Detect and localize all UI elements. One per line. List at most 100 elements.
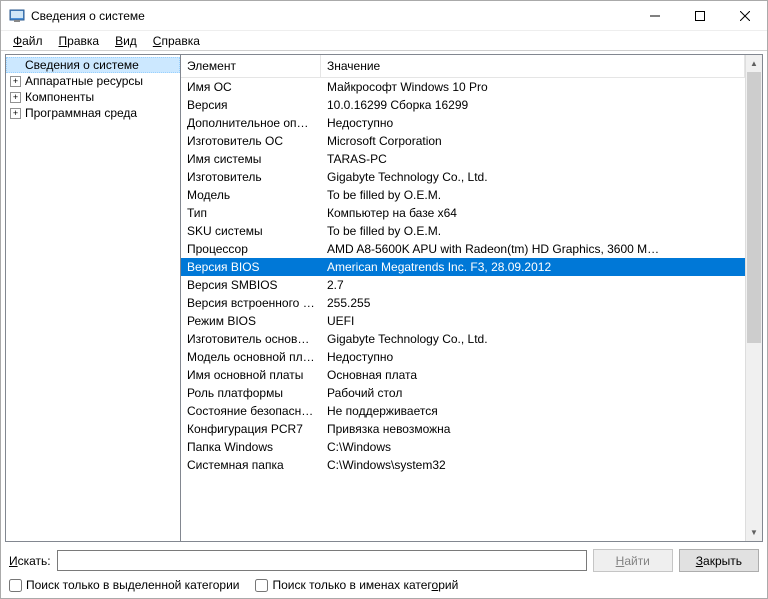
list-row[interactable]: Изготовитель основно…Gigabyte Technology… [181,330,745,348]
list-cell-key: Версия встроенного к… [181,294,321,312]
tree-root[interactable]: Сведения о системе [6,57,180,73]
list-cell-value: UEFI [321,312,745,330]
list-cell-key: Режим BIOS [181,312,321,330]
list-cell-value: American Megatrends Inc. F3, 28.09.2012 [321,258,745,276]
expand-icon[interactable]: + [10,92,21,103]
list-cell-key: Имя ОС [181,78,321,96]
list-cell-value: To be filled by O.E.M. [321,222,745,240]
list-cell-key: Версия SMBIOS [181,276,321,294]
list-row[interactable]: Изготовитель ОСMicrosoft Corporation [181,132,745,150]
list-row[interactable]: Версия10.0.16299 Сборка 16299 [181,96,745,114]
tree-components[interactable]: +Компоненты [6,89,180,105]
list-content[interactable]: Элемент Значение Имя ОСМайкрософт Window… [181,55,745,541]
list-cell-value: Основная плата [321,366,745,384]
list-row[interactable]: Версия встроенного к…255.255 [181,294,745,312]
list-header: Элемент Значение [181,55,745,78]
list-cell-key: SKU системы [181,222,321,240]
list-cell-key: Тип [181,204,321,222]
search-input[interactable] [57,550,587,571]
list-cell-value: AMD A8-5600K APU with Radeon(tm) HD Grap… [321,240,745,258]
list-body[interactable]: Имя ОСМайкрософт Windows 10 ProВерсия10.… [181,78,745,474]
list-cell-value: Gigabyte Technology Co., Ltd. [321,168,745,186]
list-row[interactable]: ТипКомпьютер на базе x64 [181,204,745,222]
list-cell-value: TARAS-PC [321,150,745,168]
list-row[interactable]: Имя ОСМайкрософт Windows 10 Pro [181,78,745,96]
list-cell-key: Имя системы [181,150,321,168]
list-row[interactable]: Режим BIOSUEFI [181,312,745,330]
list-row[interactable]: ПроцессорAMD A8-5600K APU with Radeon(tm… [181,240,745,258]
list-cell-value: Рабочий стол [321,384,745,402]
list-cell-value: To be filled by O.E.M. [321,186,745,204]
expand-icon[interactable]: + [10,108,21,119]
list-row[interactable]: SKU системыTo be filled by O.E.M. [181,222,745,240]
list-cell-value: Компьютер на базе x64 [321,204,745,222]
checkbox-selected-category-input[interactable] [9,579,22,592]
list-cell-value: 10.0.16299 Сборка 16299 [321,96,745,114]
window-controls [632,1,767,30]
list-cell-key: Процессор [181,240,321,258]
checkbox-names-only-input[interactable] [255,579,268,592]
list-row[interactable]: МодельTo be filled by O.E.M. [181,186,745,204]
list-cell-value: 2.7 [321,276,745,294]
list-cell-key: Папка Windows [181,438,321,456]
list-cell-key: Системная папка [181,456,321,474]
menu-help[interactable]: Справка [145,32,208,50]
menu-file[interactable]: Файл [5,32,51,50]
list-cell-key: Имя основной платы [181,366,321,384]
maximize-button[interactable] [677,1,722,30]
list-row[interactable]: Модель основной пла…Недоступно [181,348,745,366]
close-button[interactable] [722,1,767,30]
list-cell-key: Версия BIOS [181,258,321,276]
menu-view[interactable]: Вид [107,32,145,50]
list-cell-value: 255.255 [321,294,745,312]
list-row[interactable]: Состояние безопасно…Не поддерживается [181,402,745,420]
column-element[interactable]: Элемент [181,55,321,77]
checkbox-row: Поиск только в выделенной категории Поис… [9,578,759,592]
list-cell-value: Недоступно [321,348,745,366]
list-cell-value: Майкрософт Windows 10 Pro [321,78,745,96]
list-cell-key: Состояние безопасно… [181,402,321,420]
list-row[interactable]: Имя основной платыОсновная плата [181,366,745,384]
list-cell-key: Конфигурация PCR7 [181,420,321,438]
find-button[interactable]: Найти [593,549,673,572]
bottom-area: Искать: Найти Закрыть Поиск только в выд… [1,545,767,598]
list-row[interactable]: Роль платформыРабочий стол [181,384,745,402]
app-icon [9,8,25,24]
list-row[interactable]: Папка WindowsC:\Windows [181,438,745,456]
list-panel: Элемент Значение Имя ОСМайкрософт Window… [181,55,762,541]
expand-icon[interactable]: + [10,76,21,87]
checkbox-names-only[interactable]: Поиск только в именах категорий [255,578,458,592]
tree-hardware[interactable]: +Аппаратные ресурсы [6,73,180,89]
scroll-up-button[interactable]: ▲ [746,55,762,72]
menu-edit[interactable]: Правка [51,32,108,50]
search-row: Искать: Найти Закрыть [9,549,759,572]
minimize-button[interactable] [632,1,677,30]
list-row[interactable]: Системная папкаC:\Windows\system32 [181,456,745,474]
window-title: Сведения о системе [31,9,632,23]
list-cell-value: Привязка невозможна [321,420,745,438]
list-cell-key: Дополнительное опис… [181,114,321,132]
search-label: Искать: [9,554,51,568]
scroll-thumb[interactable] [747,72,761,343]
list-row[interactable]: ИзготовительGigabyte Technology Co., Ltd… [181,168,745,186]
close-dialog-button[interactable]: Закрыть [679,549,759,572]
tree-panel[interactable]: Сведения о системе +Аппаратные ресурсы +… [6,55,181,541]
list-row[interactable]: Конфигурация PCR7Привязка невозможна [181,420,745,438]
checkbox-selected-category[interactable]: Поиск только в выделенной категории [9,578,239,592]
list-cell-value: Gigabyte Technology Co., Ltd. [321,330,745,348]
list-cell-value: C:\Windows\system32 [321,456,745,474]
list-cell-key: Изготовитель ОС [181,132,321,150]
list-cell-key: Модель [181,186,321,204]
tree-software[interactable]: +Программная среда [6,105,180,121]
list-cell-key: Изготовитель основно… [181,330,321,348]
main-area: Сведения о системе +Аппаратные ресурсы +… [5,54,763,542]
column-value[interactable]: Значение [321,55,745,77]
list-row[interactable]: Версия SMBIOS2.7 [181,276,745,294]
vertical-scrollbar[interactable]: ▲ ▼ [745,55,762,541]
list-row[interactable]: Версия BIOSAmerican Megatrends Inc. F3, … [181,258,745,276]
list-row[interactable]: Имя системыTARAS-PC [181,150,745,168]
scroll-down-button[interactable]: ▼ [746,524,762,541]
scroll-track[interactable] [746,72,762,524]
list-cell-value: Microsoft Corporation [321,132,745,150]
list-row[interactable]: Дополнительное опис…Недоступно [181,114,745,132]
